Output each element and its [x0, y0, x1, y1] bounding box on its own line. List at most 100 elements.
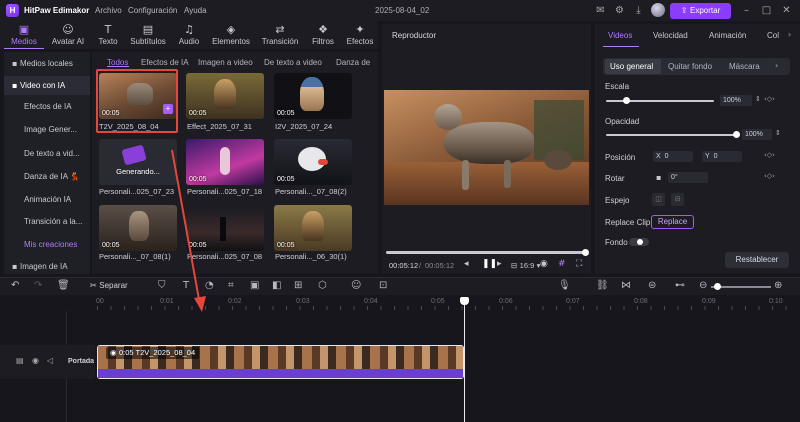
- media-tab-efectos[interactable]: Efectos de IA: [141, 58, 189, 67]
- keyframe-icon[interactable]: ‹◇›: [764, 95, 775, 103]
- video-preview[interactable]: [384, 90, 589, 205]
- pause-icon[interactable]: ❚❚: [482, 259, 497, 269]
- tool-avatar-ai[interactable]: ☺ Avatar AI: [46, 21, 90, 49]
- tool-transicion[interactable]: ⇄ Transición: [256, 21, 304, 49]
- export-button[interactable]: ⇪ Exportar: [670, 3, 731, 19]
- inspector-tab-color[interactable]: Col: [767, 31, 785, 40]
- snap-icon[interactable]: ⋈: [621, 280, 631, 291]
- nav-transicion[interactable]: Transición a la...: [4, 212, 90, 231]
- tool-elementos[interactable]: ◈ Elementos: [208, 21, 254, 49]
- menu-ayuda[interactable]: Ayuda: [184, 6, 207, 15]
- opacity-value[interactable]: 100%: [742, 129, 772, 140]
- adjust-icon[interactable]: ⊞: [294, 280, 302, 291]
- next-frame-icon[interactable]: ▸: [497, 259, 502, 269]
- nav-mis-creaciones[interactable]: Mis creaciones: [4, 235, 90, 254]
- media-thumb-effect[interactable]: 00:05: [186, 73, 264, 119]
- zoom-out-icon[interactable]: ⊖: [699, 280, 707, 291]
- reset-button[interactable]: Restablecer: [725, 252, 789, 268]
- inspector-tab-videos[interactable]: Videos: [608, 31, 632, 40]
- tool-audio[interactable]: ♫ Audio: [172, 21, 206, 49]
- stepper-icon[interactable]: ⇕: [755, 95, 761, 103]
- inspector-tab-velocidad[interactable]: Velocidad: [653, 31, 688, 40]
- fit-icon[interactable]: ⊷: [675, 280, 685, 291]
- replace-button[interactable]: Replace: [651, 215, 694, 229]
- eye-icon[interactable]: ◉: [32, 356, 39, 365]
- inspector-tab-animacion[interactable]: Animación: [709, 31, 746, 40]
- subtab-quitar-fondo[interactable]: Quitar fondo: [668, 62, 712, 71]
- nav-video-con-ia[interactable]: ▪ Video con IA: [4, 76, 90, 95]
- flip-vertical-icon[interactable]: ⊟: [671, 193, 684, 206]
- playhead[interactable]: [464, 302, 465, 422]
- keyframe-icon[interactable]: ‹◇›: [764, 151, 775, 159]
- player-progress-knob[interactable]: [582, 249, 589, 256]
- media-tab-imagen-video[interactable]: Imagen a video: [198, 58, 253, 67]
- background-toggle-knob[interactable]: [637, 239, 643, 245]
- nav-efectos-ia[interactable]: Efectos de IA: [4, 97, 90, 116]
- snapshot-icon[interactable]: ◉: [540, 259, 548, 269]
- menu-archivo[interactable]: Archivo: [95, 6, 122, 15]
- menu-configuracion[interactable]: Configuración: [128, 6, 177, 15]
- flip-horizontal-icon[interactable]: ◫: [652, 193, 665, 206]
- cover-label[interactable]: Portada: [68, 358, 96, 365]
- position-y-field[interactable]: Y 0: [702, 151, 742, 162]
- prev-frame-icon[interactable]: ◂: [464, 259, 469, 269]
- media-thumb-i2v[interactable]: 00:05: [274, 73, 352, 119]
- tool-efectos[interactable]: ✦ Efectos: [342, 21, 378, 49]
- speaker-icon[interactable]: ◁: [47, 356, 53, 365]
- zoom-in-icon[interactable]: ⊕: [774, 280, 782, 291]
- message-icon[interactable]: ✉: [594, 4, 607, 17]
- mask-icon[interactable]: ◧: [272, 280, 281, 291]
- grid-icon[interactable]: #: [558, 259, 566, 269]
- fullscreen-icon[interactable]: ⛶: [576, 259, 582, 269]
- download-icon[interactable]: ⤓: [632, 4, 645, 17]
- zoom-slider-knob[interactable]: [714, 283, 721, 290]
- track-icon[interactable]: ⊜: [648, 280, 656, 291]
- undo-icon[interactable]: ↶: [11, 280, 19, 291]
- nav-animacion-ia[interactable]: Animación IA: [4, 190, 90, 209]
- nav-imagen-de-ia[interactable]: ▪ Imagen de IA: [4, 257, 90, 276]
- stepper-icon[interactable]: ⇕: [775, 129, 781, 137]
- nav-medios-locales[interactable]: ▪ Medios locales: [4, 54, 90, 73]
- opacity-slider-knob[interactable]: [733, 131, 740, 138]
- media-tab-danza[interactable]: Danza de IA: [336, 58, 372, 67]
- ai-tool-icon[interactable]: ⬡: [318, 280, 327, 291]
- subtab-mascara[interactable]: Máscara: [729, 62, 760, 71]
- tool-texto[interactable]: T Texto: [92, 21, 124, 49]
- keyframe-icon[interactable]: ‹◇›: [764, 172, 775, 180]
- chevron-right-icon[interactable]: ›: [788, 30, 791, 39]
- link-icon[interactable]: ⛓: [596, 280, 609, 291]
- tool-filtros[interactable]: ❖ Filtros: [306, 21, 340, 49]
- nav-image-gener[interactable]: Image Gener...: [4, 120, 90, 139]
- avatar[interactable]: [651, 3, 665, 17]
- opacity-slider[interactable]: [606, 134, 736, 136]
- settings-icon[interactable]: ⚙: [613, 4, 626, 17]
- aspect-ratio-select[interactable]: ⊟ 16:9 ▾: [511, 261, 540, 270]
- rotate-icon[interactable]: ▪: [656, 173, 661, 182]
- tool-medios[interactable]: ▣ Medios: [4, 21, 44, 49]
- redo-icon[interactable]: ↷: [34, 280, 42, 291]
- avatar-tool-icon[interactable]: ☺: [351, 280, 361, 291]
- nav-danza-ia[interactable]: Danza de IA 💃: [4, 167, 90, 186]
- maximize-icon[interactable]: □: [760, 4, 773, 17]
- media-thumb-duck[interactable]: 00:05: [274, 139, 352, 185]
- lock-icon[interactable]: ▤: [16, 356, 24, 365]
- nav-texto-a-video[interactable]: De texto a vid...: [4, 144, 90, 163]
- tool-subtitulos[interactable]: ▤ Subtítulos: [126, 21, 170, 49]
- crop-icon[interactable]: ⌗: [228, 280, 234, 291]
- freeze-icon[interactable]: ▣: [250, 280, 259, 291]
- stabilize-icon[interactable]: ⊡: [379, 280, 387, 291]
- position-x-field[interactable]: X 0: [653, 151, 693, 162]
- scale-value[interactable]: 100%: [720, 95, 752, 106]
- rotate-field[interactable]: 0°: [668, 172, 708, 183]
- chevron-right-icon[interactable]: ›: [775, 61, 778, 70]
- scale-slider-knob[interactable]: [623, 97, 630, 104]
- media-thumb-portrait[interactable]: 00:05: [274, 205, 352, 251]
- player-progress-track[interactable]: [386, 251, 586, 254]
- subtab-uso-general[interactable]: Uso general: [610, 62, 653, 71]
- split-button[interactable]: ✂ Separar: [90, 281, 128, 290]
- delete-icon[interactable]: 🗑: [57, 280, 70, 291]
- close-icon[interactable]: ✕: [780, 4, 793, 17]
- microphone-icon[interactable]: 🎙: [558, 280, 571, 291]
- playhead-handle[interactable]: [460, 297, 469, 305]
- minimize-icon[interactable]: –: [740, 4, 753, 17]
